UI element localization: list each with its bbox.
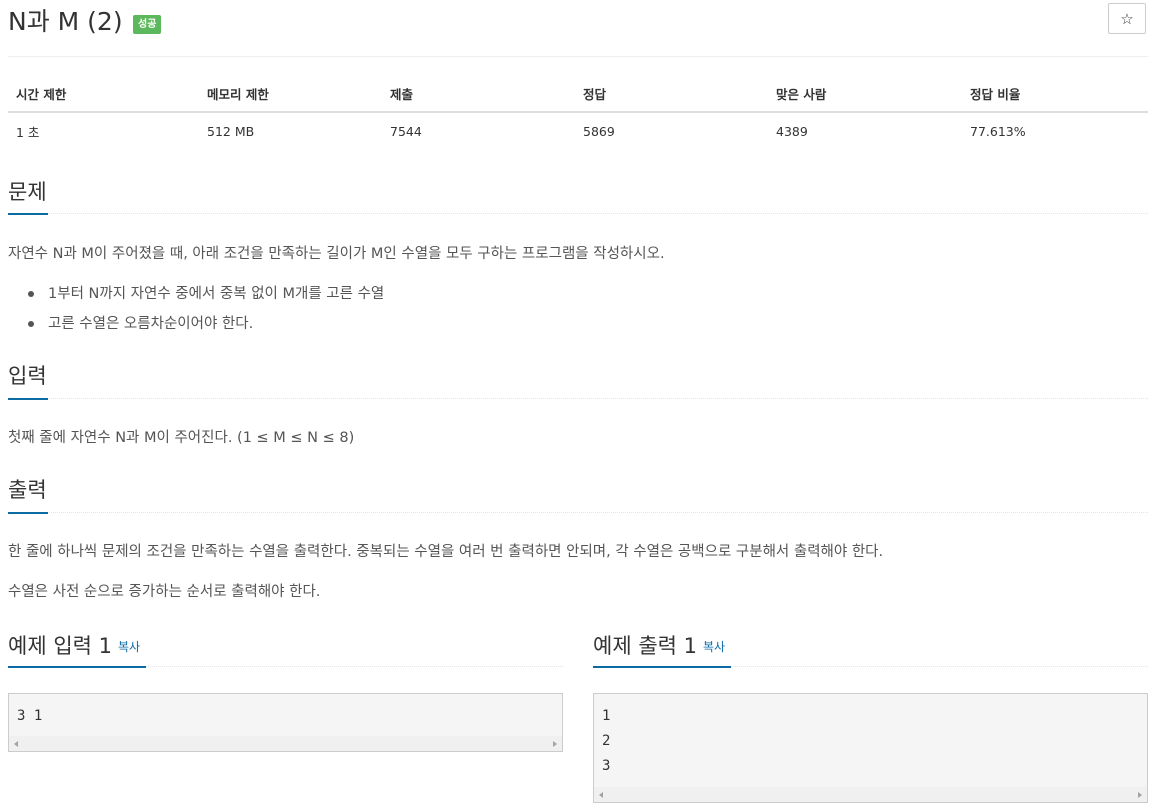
sample-input-box[interactable]: 3 1 [8,693,563,752]
section-underline [8,213,48,215]
value-submissions: 7544 [390,123,422,139]
horizontal-scrollbar[interactable] [594,787,1147,802]
star-icon: ☆ [1120,10,1134,28]
header-submissions: 제출 [382,76,575,113]
table-header-row: 시간 제한 메모리 제한 제출 정답 맞은 사람 정답 비율 [8,76,1148,113]
scroll-left-icon[interactable] [599,792,603,798]
section-heading-output: 출력 [8,478,47,502]
sample-input-title: 예제 입력 1 [8,634,112,658]
header-accept-ratio: 정답 비율 [962,76,1148,113]
section-underline [8,666,146,668]
sample-output-line: 3 [602,758,611,774]
description-text: 자연수 N과 M이 주어졌을 때, 아래 조건을 만족하는 길이가 M인 수열을… [8,246,665,262]
sample-output-title: 예제 출력 1 [593,634,697,658]
copy-output-button[interactable]: 복사 [703,640,725,654]
header-memory-limit: 메모리 제한 [199,76,382,113]
copy-input-button[interactable]: 복사 [118,640,140,654]
section-heading-input: 입력 [8,364,47,388]
section-heading-description: 문제 [8,180,47,204]
output-text-1: 한 줄에 하나씩 문제의 조건을 만족하는 수열을 출력한다. 중복되는 수열을… [8,544,884,560]
value-accept-ratio: 77.613% [970,123,1026,139]
section-underline [8,398,48,400]
sample-output-line: 2 [602,733,611,749]
sample-input-heading: 예제 입력 1 복사 [8,632,140,661]
scroll-right-icon[interactable] [553,741,557,747]
list-item: 1부터 N까지 자연수 중에서 중복 없이 M개를 고른 수열 [28,284,384,314]
header-solved-users: 맞은 사람 [768,76,962,113]
section-divider [8,398,1148,399]
value-memory-limit: 512 MB [207,123,255,139]
scroll-right-icon[interactable] [1138,792,1142,798]
section-divider [8,512,1148,513]
problem-title: N과 M (2) [8,7,123,36]
sample-input-line: 3 1 [17,708,43,724]
output-text-2: 수열은 사전 순으로 증가하는 순서로 출력해야 한다. [8,584,321,600]
section-underline [8,512,48,514]
list-item: 고른 수열은 오름차순이어야 한다. [28,314,384,344]
problem-info-table: 시간 제한 메모리 제한 제출 정답 맞은 사람 정답 비율 1 초 512 M… [8,76,1148,149]
scroll-left-icon[interactable] [14,741,18,747]
star-button[interactable]: ☆ [1108,3,1146,34]
input-text: 첫째 줄에 자연수 N과 M이 주어진다. (1 ≤ M ≤ N ≤ 8) [8,430,355,446]
sample-output-box[interactable]: 1 2 3 [593,693,1148,803]
status-badge: 성공 [133,15,162,34]
section-underline [593,666,731,668]
section-divider [8,213,1148,214]
description-bullets: 1부터 N까지 자연수 중에서 중복 없이 M개를 고른 수열 고른 수열은 오… [28,284,384,344]
value-accepted: 5869 [583,123,615,139]
value-solved-users: 4389 [776,123,808,139]
header-divider [8,56,1148,57]
header-time-limit: 시간 제한 [8,76,199,113]
sample-output-line: 1 [602,708,611,724]
horizontal-scrollbar[interactable] [9,736,562,751]
table-row: 1 초 512 MB 7544 5869 4389 77.613% [8,112,1148,149]
value-time-limit: 1 초 [16,124,40,140]
header-accepted: 정답 [575,76,768,113]
sample-output-heading: 예제 출력 1 복사 [593,632,725,661]
